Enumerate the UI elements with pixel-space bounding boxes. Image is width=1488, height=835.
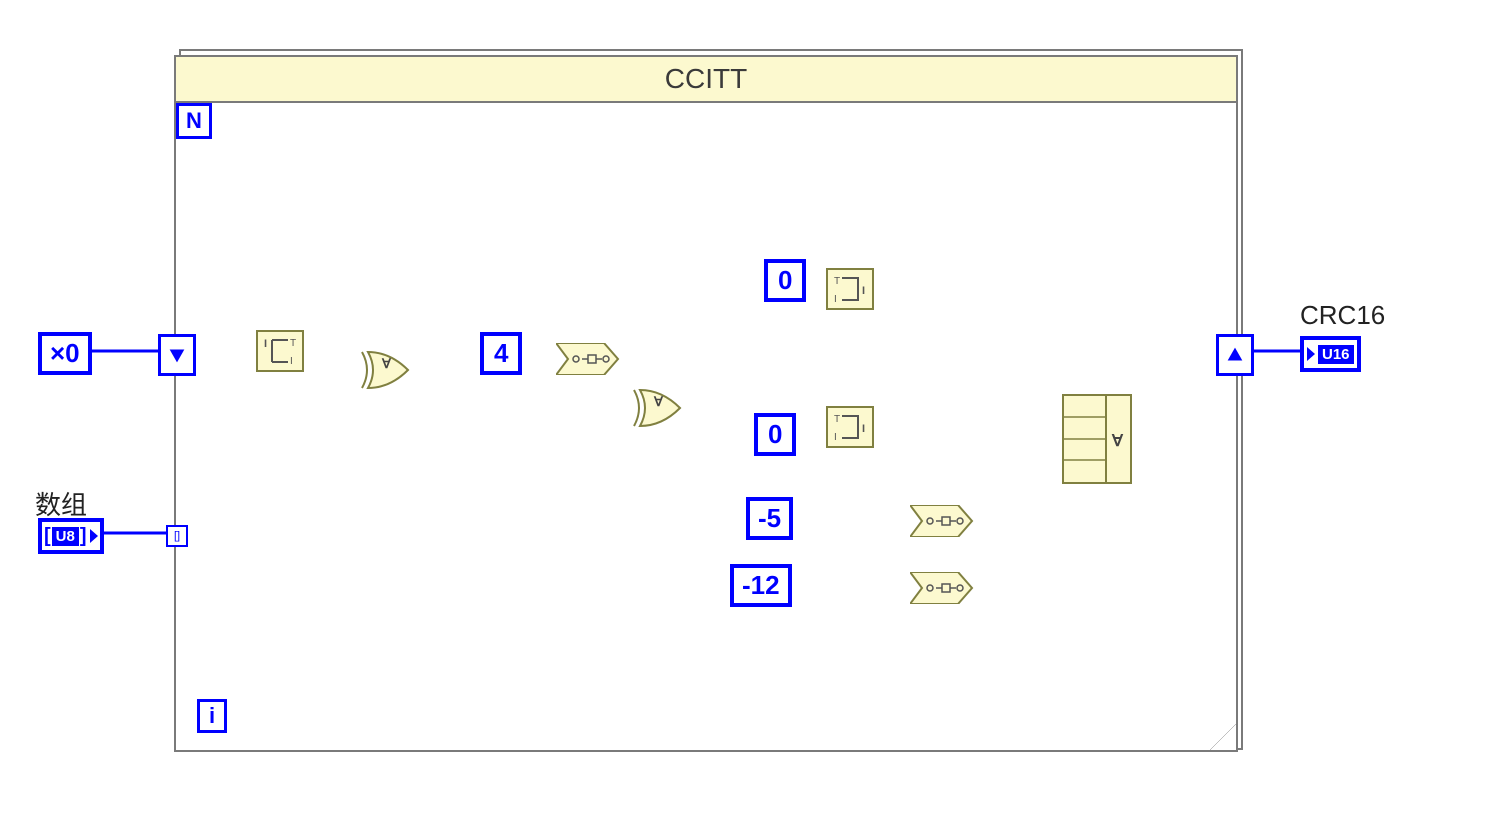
rotate-node-2[interactable] xyxy=(910,505,974,542)
crc16-indicator-label: CRC16 xyxy=(1300,300,1385,331)
case-title: CCITT xyxy=(665,63,747,95)
autoindex-tunnel[interactable]: [] xyxy=(166,525,188,547)
split-number-node-3[interactable]: T I I xyxy=(826,406,874,448)
case-selector[interactable]: CCITT xyxy=(176,57,1236,103)
svg-text:I: I xyxy=(862,285,865,297)
svg-text:I: I xyxy=(862,423,865,435)
output-triangle-icon xyxy=(90,529,98,543)
constant-init[interactable]: ×0 xyxy=(38,332,92,375)
xor-gate-icon: ∀ xyxy=(356,348,416,392)
svg-text:T: T xyxy=(834,414,840,425)
xor-node-1[interactable]: ∀ xyxy=(356,348,416,397)
svg-text:∀: ∀ xyxy=(1111,433,1124,450)
svg-text:I: I xyxy=(290,356,293,367)
rotate-icon xyxy=(910,572,974,604)
svg-text:T: T xyxy=(290,338,296,349)
svg-text:∀: ∀ xyxy=(653,394,664,409)
svg-text:T: T xyxy=(834,276,840,287)
split-number-node-1[interactable]: I T I xyxy=(256,330,304,372)
up-arrow-icon xyxy=(1224,344,1246,366)
loop-count-terminal[interactable]: N xyxy=(176,103,212,139)
shift-register-right[interactable] xyxy=(1216,334,1254,376)
array-control[interactable]: [ U8 ] xyxy=(38,518,104,554)
xor-node-2[interactable]: ∀ xyxy=(628,386,688,435)
svg-text:I: I xyxy=(264,338,267,350)
constant-minus5[interactable]: -5 xyxy=(746,497,793,540)
rotate-node-1[interactable] xyxy=(556,343,620,380)
rotate-icon xyxy=(556,343,620,375)
page-fold-icon xyxy=(1210,724,1236,750)
array-type-badge: U8 xyxy=(52,527,79,546)
indicator-type-badge: U16 xyxy=(1318,345,1354,364)
constant-minus12[interactable]: -12 xyxy=(730,564,792,607)
rotate-icon xyxy=(910,505,974,537)
crc16-indicator[interactable]: U16 xyxy=(1300,336,1361,372)
loop-iteration-terminal[interactable]: i xyxy=(197,699,227,733)
array-control-label: 数组 xyxy=(35,485,87,522)
compound-xor-node[interactable]: ∀ xyxy=(1062,394,1132,484)
input-triangle-icon xyxy=(1307,347,1315,361)
constant-0-mid[interactable]: 0 xyxy=(754,413,796,456)
xor-gate-icon: ∀ xyxy=(628,386,688,430)
down-arrow-icon xyxy=(166,344,188,366)
split-number-node-2[interactable]: T I I xyxy=(826,268,874,310)
constant-0-top[interactable]: 0 xyxy=(764,259,806,302)
rotate-node-3[interactable] xyxy=(910,572,974,609)
svg-text:I: I xyxy=(834,432,837,443)
svg-text:I: I xyxy=(834,294,837,305)
diagram-root: CCITT N i [] ×0 数组 [ U8 ] xyxy=(0,0,1488,835)
constant-4[interactable]: 4 xyxy=(480,332,522,375)
split-number-icon: I T I xyxy=(258,332,302,370)
join-number-icon: T I I xyxy=(828,270,872,308)
svg-text:∀: ∀ xyxy=(381,356,392,371)
shift-register-left[interactable] xyxy=(158,334,196,376)
compound-xor-icon: ∀ xyxy=(1064,396,1130,482)
join-number-icon: T I I xyxy=(828,408,872,446)
